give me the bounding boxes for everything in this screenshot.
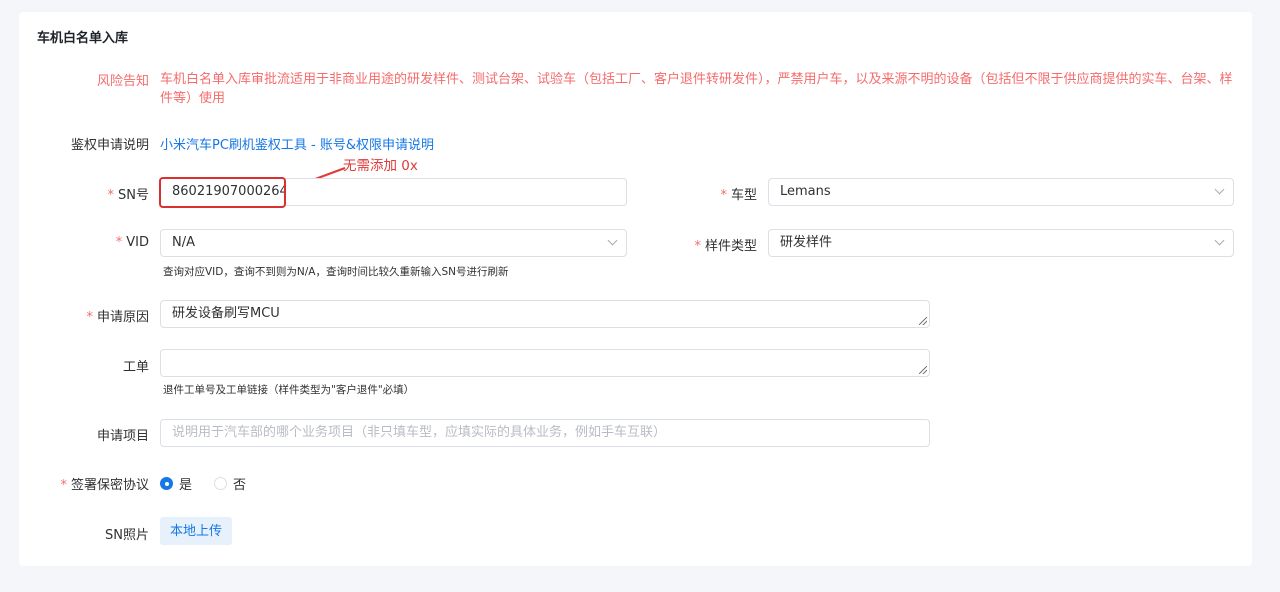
sample-type-label: * 样件类型	[694, 239, 757, 254]
chevron-down-icon	[607, 235, 618, 246]
risk-label: 风险告知	[96, 74, 149, 89]
sn-input-highlight[interactable]: 860219070002642	[159, 177, 286, 208]
nda-radio-yes[interactable]	[160, 477, 173, 490]
vid-hint: 查询对应VID，查询不到则为N/A，查询时间比较久重新输入SN号进行刷新	[163, 266, 509, 278]
local-upload-button[interactable]: 本地上传	[160, 517, 233, 545]
vid-label: * VID	[115, 235, 149, 250]
ticket-hint: 退件工单号及工单链接（样件类型为"客户退件"必填）	[163, 384, 415, 396]
auth-label: 鉴权申请说明	[70, 138, 149, 153]
nda-radio-no[interactable]	[214, 477, 228, 490]
project-input[interactable]: 说明用于汽车部的哪个业务项目（非只填车型，应填实际的具体业务，例如手车互联）	[160, 419, 930, 447]
sn-photo-label: SN照片	[105, 528, 149, 543]
sample-type-select[interactable]: 研发样件	[768, 229, 1234, 257]
project-label: 申请项目	[96, 429, 149, 444]
vid-value: N/A	[172, 235, 195, 250]
annotation-text: 无需添加 0x	[343, 158, 418, 174]
risk-text: 车机白名单入库审批流适用于非商业用途的研发样件、测试台架、试验车（包括工厂、客户…	[160, 72, 1233, 106]
reason-label: * 申请原因	[86, 310, 149, 325]
nda-label: * 签署保密协议	[60, 478, 149, 493]
ticket-textarea[interactable]	[160, 349, 930, 377]
reason-textarea[interactable]: 研发设备刷写MCU	[160, 300, 930, 328]
project-placeholder: 说明用于汽车部的哪个业务项目（非只填车型，应填实际的具体业务，例如手车互联）	[172, 425, 667, 440]
ticket-label: 工单	[122, 360, 149, 375]
car-model-value: Lemans	[780, 184, 831, 199]
resize-handle-icon[interactable]	[919, 317, 927, 325]
car-model-label: * 车型	[720, 188, 757, 203]
vid-select[interactable]: N/A	[160, 229, 627, 257]
reason-value: 研发设备刷写MCU	[172, 306, 280, 321]
form-card: 车机白名单入库 风险告知 车机白名单入库审批流适用于非商业用途的研发样件、测试台…	[19, 12, 1252, 566]
resize-handle-icon[interactable]	[919, 366, 927, 374]
chevron-down-icon	[1214, 235, 1225, 246]
page-title: 车机白名单入库	[37, 31, 129, 46]
sn-value: 860219070002642	[172, 184, 286, 199]
nda-option-no-label[interactable]: 否	[233, 474, 246, 493]
sn-label: * SN号	[107, 188, 149, 203]
chevron-down-icon	[1214, 184, 1225, 195]
car-model-select[interactable]: Lemans	[768, 178, 1234, 206]
nda-radio-group: 是 否	[160, 474, 246, 493]
sample-type-value: 研发样件	[780, 235, 833, 250]
auth-guide-link[interactable]: 小米汽车PC刷机鉴权工具 - 账号&权限申请说明	[160, 134, 434, 153]
nda-option-yes-label[interactable]: 是	[179, 474, 192, 493]
